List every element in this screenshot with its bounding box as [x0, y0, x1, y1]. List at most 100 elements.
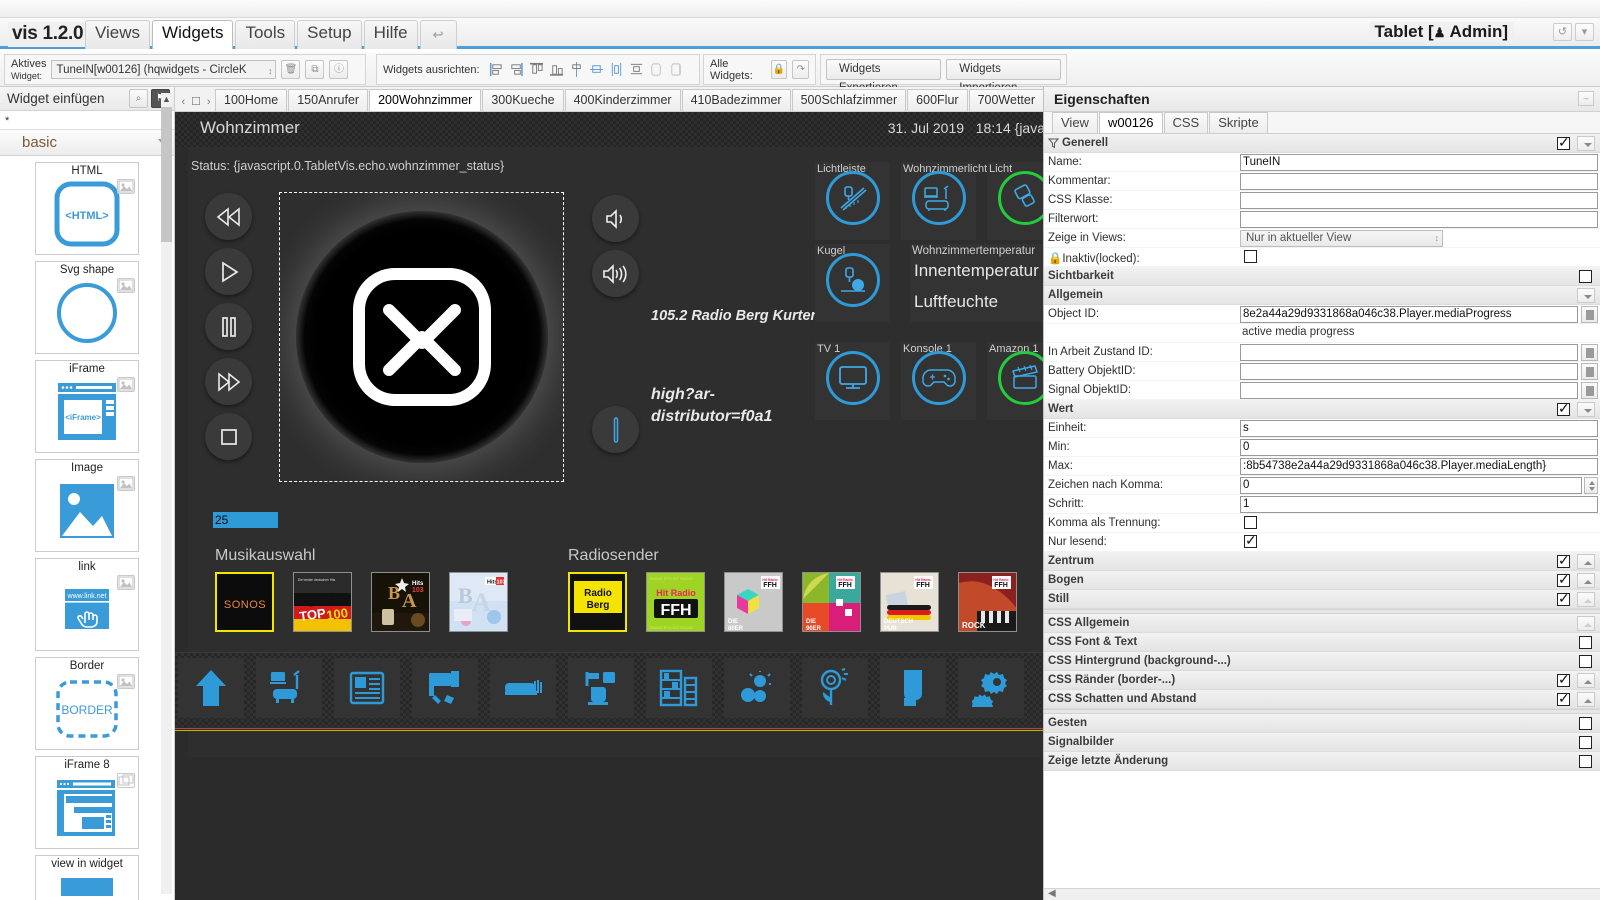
section-checkbox[interactable] — [1579, 736, 1592, 749]
distribute-horizontal-icon[interactable] — [609, 61, 624, 78]
section-zentrum[interactable]: Zentrum ✓ — [1044, 552, 1600, 571]
section-zeige-letzte-aenderung[interactable]: Zeige letzte Änderung — [1044, 752, 1600, 771]
section-toggle-icon[interactable] — [1577, 692, 1595, 707]
align-top-icon[interactable] — [529, 61, 544, 78]
properties-horizontal-scrollbar[interactable]: ◀ — [1044, 888, 1600, 900]
tile-konsole1[interactable]: Konsole 1 — [901, 342, 976, 420]
section-checkbox[interactable]: ✓ — [1557, 571, 1570, 587]
section-bogen[interactable]: Bogen ✓ — [1044, 571, 1600, 590]
palette-group-basic[interactable]: basic — [0, 130, 174, 156]
palette-item-svg-shape[interactable]: Svg shape — [35, 261, 139, 354]
forward-button[interactable] — [205, 358, 252, 405]
stop-button[interactable] — [205, 413, 252, 460]
palette-item-image[interactable]: Image — [35, 459, 139, 552]
ffh-deutsch-pur-cover[interactable]: Hit Radio FFH DEUTSCH PUR — [880, 572, 939, 632]
in-arbeit-picker-button[interactable] — [1581, 344, 1598, 361]
palette-item-iframe8[interactable]: iFrame 8 — [35, 756, 139, 849]
view-tab-700wetter[interactable]: 700Wetter — [968, 89, 1045, 111]
section-checkbox[interactable]: ✓ — [1557, 552, 1570, 568]
nur-lesend-checkbox[interactable]: ✓ — [1244, 532, 1257, 548]
menu-tab-views[interactable]: Views — [85, 20, 151, 49]
active-widget-select[interactable]: TuneIN[w00126] (hqwidgets - CircleK — [51, 60, 277, 79]
view-tab-200wohnzimmer[interactable]: 200Wohnzimmer — [369, 89, 482, 111]
radio-berg-cover[interactable]: Radio Berg — [568, 572, 627, 632]
scroll-left-icon[interactable]: ◀ — [1048, 888, 1056, 899]
volume-down-button[interactable] — [592, 195, 639, 242]
section-still[interactable]: Still ✓ — [1044, 590, 1600, 609]
tile-kugel[interactable]: Kugel — [815, 244, 890, 322]
view-tab-600flur[interactable]: 600Flur — [907, 89, 968, 111]
lock-all-button[interactable]: 🔒 — [770, 60, 788, 79]
inaktiv-checkbox[interactable] — [1244, 250, 1257, 263]
tab-w00126[interactable]: w00126 — [1098, 112, 1163, 133]
view-tab-100home[interactable]: 100Home — [215, 89, 288, 111]
section-css-raender[interactable]: CSS Ränder (border-...) ✓ — [1044, 671, 1600, 690]
nav-fuel[interactable] — [880, 658, 946, 718]
css-klasse-field[interactable] — [1240, 192, 1598, 209]
distribute-vertical-icon[interactable] — [629, 61, 644, 78]
section-checkbox[interactable]: ✓ — [1557, 671, 1570, 687]
export-widgets-button[interactable]: Widgets Exportieren — [826, 59, 942, 94]
nav-office[interactable] — [334, 658, 400, 718]
name-field[interactable]: TuneIN — [1240, 154, 1598, 171]
section-checkbox[interactable] — [1579, 636, 1592, 649]
battery-picker-button[interactable] — [1581, 363, 1598, 380]
mute-button[interactable] — [592, 406, 639, 453]
section-checkbox[interactable] — [1579, 655, 1592, 668]
unlock-all-button[interactable]: ↷ — [792, 60, 810, 79]
scroll-up-icon[interactable]: ▲ — [162, 94, 171, 104]
section-css-hintergrund[interactable]: CSS Hintergrund (background-...) — [1044, 652, 1600, 671]
section-toggle-icon[interactable] — [1577, 592, 1595, 607]
tab-skripte[interactable]: Skripte — [1209, 112, 1268, 133]
section-toggle-icon[interactable] — [1577, 288, 1595, 303]
view-tab-next-icon[interactable]: › — [202, 93, 215, 111]
section-gesten[interactable]: Gesten — [1044, 714, 1600, 733]
battery-objektid-field[interactable] — [1240, 363, 1578, 380]
tile-tv1[interactable]: TV 1 — [815, 342, 890, 420]
view-tab-400kinderzimmer[interactable]: 400Kinderzimmer — [564, 89, 681, 111]
nav-bathroom[interactable] — [568, 658, 634, 718]
section-checkbox[interactable] — [1579, 755, 1592, 768]
in-arbeit-zustand-id-field[interactable] — [1240, 344, 1578, 361]
max-field[interactable]: :8b54738e2a44a29d9331868a046c38.Player.m… — [1240, 458, 1598, 475]
nav-settings[interactable] — [958, 658, 1024, 718]
section-generell[interactable]: Generell ✓ — [1044, 134, 1600, 153]
album-art[interactable] — [279, 192, 564, 482]
signal-objektid-field[interactable] — [1240, 382, 1578, 399]
collapse-panel-icon[interactable]: – — [1578, 91, 1594, 106]
tile-licht[interactable]: Licht — [987, 162, 1045, 240]
view-tab-410badezimmer[interactable]: 410Badezimmer — [681, 89, 791, 111]
view-tab-add-icon[interactable]: ☐ — [190, 93, 203, 111]
section-checkbox[interactable] — [1579, 717, 1592, 730]
section-signalbilder[interactable]: Signalbilder — [1044, 733, 1600, 752]
sonos-cover[interactable]: SONOS — [215, 572, 274, 632]
align-center-vertical-icon[interactable] — [569, 61, 584, 78]
search-input[interactable] — [0, 111, 174, 130]
tab-view[interactable]: View — [1052, 112, 1098, 133]
align-center-horizontal-icon[interactable] — [589, 61, 604, 78]
schritt-field[interactable]: 1 — [1240, 496, 1598, 513]
zeichen-nach-komma-stepper[interactable] — [1584, 477, 1598, 494]
delete-widget-button[interactable]: 🗑 — [281, 60, 301, 79]
palette-scrollbar[interactable]: ▲ — [161, 93, 172, 894]
section-toggle-icon[interactable] — [1577, 402, 1595, 417]
bravo-hits-103-cover[interactable]: B A Hits 103 — [371, 572, 430, 632]
menu-tab-tools[interactable]: Tools — [235, 20, 296, 49]
same-width-icon[interactable] — [649, 61, 664, 78]
media-progress-bar[interactable]: 25 — [213, 512, 278, 528]
ger-top100-cover[interactable]: GER TOP 100 Die besten deutschen Hits — [293, 572, 352, 632]
section-css-schatten[interactable]: CSS Schatten und Abstand ✓ — [1044, 690, 1600, 709]
undo-icon[interactable]: ↩ — [419, 20, 457, 49]
menu-tab-setup[interactable]: Setup — [297, 20, 362, 49]
nav-weather[interactable] — [724, 658, 790, 718]
section-checkbox[interactable] — [1579, 270, 1592, 283]
nav-pantry[interactable] — [646, 658, 712, 718]
same-height-icon[interactable] — [669, 61, 684, 78]
rewind-button[interactable] — [205, 193, 252, 240]
ffh-rock-cover[interactable]: Hit Radio FFH ROCK — [958, 572, 1017, 632]
section-allgemein[interactable]: Allgemein — [1044, 286, 1600, 305]
align-right-icon[interactable] — [509, 61, 524, 78]
copy-widget-button[interactable]: ⧉ — [305, 60, 325, 79]
palette-item-html[interactable]: HTML <HTML> — [35, 162, 139, 255]
signal-picker-button[interactable] — [1581, 382, 1598, 399]
